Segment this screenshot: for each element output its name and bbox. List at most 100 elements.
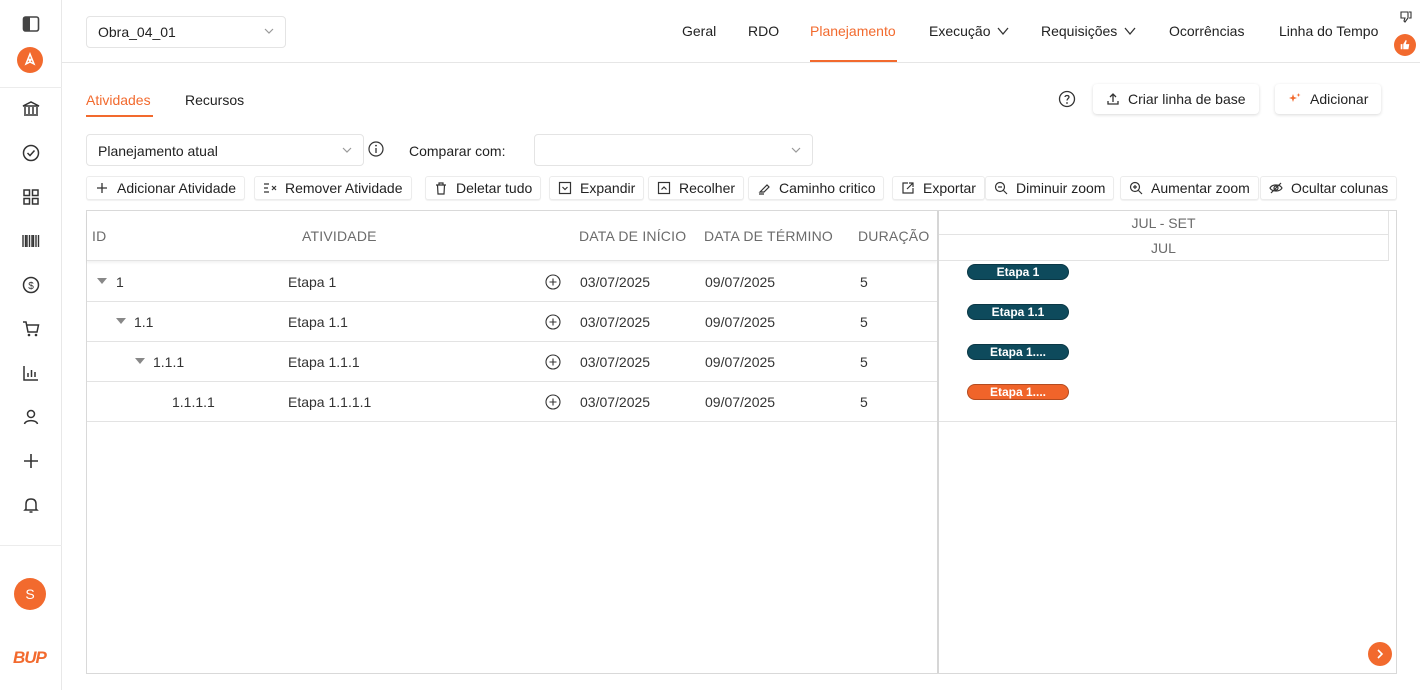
nav-geral[interactable]: Geral xyxy=(682,23,716,39)
export-icon xyxy=(902,182,914,194)
plus-icon xyxy=(97,183,107,193)
nav-planejamento[interactable]: Planejamento xyxy=(810,23,896,39)
row-duration: 5 xyxy=(860,354,868,370)
compare-select[interactable] xyxy=(534,134,813,166)
plus-icon[interactable] xyxy=(19,449,43,473)
nav-ocorrencias[interactable]: Ocorrências xyxy=(1169,23,1244,39)
add-subtask-icon[interactable] xyxy=(545,354,561,370)
row-id: 1 xyxy=(116,274,124,290)
chevron-down-icon xyxy=(342,147,352,153)
chevron-down-icon xyxy=(997,27,1009,36)
sidebar: $ S BUP xyxy=(0,0,62,690)
grid-icon[interactable] xyxy=(19,185,43,209)
sparkle-icon xyxy=(1289,93,1301,102)
delete-all-button[interactable]: Deletar tudo xyxy=(425,176,542,200)
critical-path-button[interactable]: Caminho critico xyxy=(748,176,885,200)
eye-off-icon xyxy=(1269,182,1283,194)
remove-activity-label: Remover Atividade xyxy=(285,180,403,196)
info-icon[interactable] xyxy=(368,141,384,157)
collapse-triangle-icon[interactable] xyxy=(116,318,126,324)
gantt-bar[interactable]: Etapa 1.... xyxy=(967,384,1069,400)
add-activity-button[interactable]: Adicionar Atividade xyxy=(86,176,246,200)
zoom-out-button[interactable]: Diminuir zoom xyxy=(985,176,1115,200)
row-duration: 5 xyxy=(860,394,868,410)
nav-requisicoes[interactable]: Requisições xyxy=(1041,23,1136,39)
bell-icon[interactable] xyxy=(19,493,43,517)
nav-rdo[interactable]: RDO xyxy=(748,23,779,39)
column-header-start[interactable]: DATA DE INÍCIO xyxy=(579,228,686,244)
add-subtask-icon[interactable] xyxy=(545,394,561,410)
table-row[interactable]: 1.1.1.1 Etapa 1.1.1.1 03/07/2025 09/07/2… xyxy=(87,382,937,422)
expand-button[interactable]: Expandir xyxy=(549,176,645,200)
dollar-icon[interactable]: $ xyxy=(19,273,43,297)
project-select-value: Obra_04_01 xyxy=(98,24,176,40)
barcode-icon[interactable] xyxy=(19,229,43,253)
remove-activity-button[interactable]: Remover Atividade xyxy=(254,176,412,200)
create-baseline-label: Criar linha de base xyxy=(1128,91,1246,107)
row-duration: 5 xyxy=(860,314,868,330)
row-id: 1.1.1 xyxy=(153,354,185,370)
zoom-in-label: Aumentar zoom xyxy=(1151,180,1250,196)
expand-label: Expandir xyxy=(580,180,636,196)
table-row[interactable]: 1 Etapa 1 03/07/2025 09/07/2025 5 xyxy=(87,262,937,302)
column-header-duration[interactable]: DURAÇÃO xyxy=(858,228,929,244)
bank-icon[interactable] xyxy=(19,97,43,121)
collapse-icon xyxy=(657,181,671,195)
table-row[interactable]: 1.1.1 Etapa 1.1.1 03/07/2025 09/07/2025 … xyxy=(87,342,937,382)
collapse-triangle-icon[interactable] xyxy=(97,278,107,284)
compare-label: Comparar com: xyxy=(409,143,506,159)
project-select[interactable]: Obra_04_01 xyxy=(86,16,286,48)
gantt-bar[interactable]: Etapa 1 xyxy=(967,264,1069,280)
column-header-end[interactable]: DATA DE TÉRMINO xyxy=(704,228,833,244)
add-button-label: Adicionar xyxy=(1310,91,1369,107)
remove-indent-icon xyxy=(264,183,277,193)
zoom-in-button[interactable]: Aumentar zoom xyxy=(1120,176,1259,200)
add-button[interactable]: Adicionar xyxy=(1275,84,1382,114)
check-circle-icon[interactable] xyxy=(19,141,43,165)
help-icon[interactable] xyxy=(1058,90,1076,108)
thumbs-up-icon[interactable] xyxy=(1394,34,1416,56)
scroll-right-button[interactable] xyxy=(1368,642,1392,666)
chevron-down-icon xyxy=(1124,27,1136,36)
app-logo-icon[interactable] xyxy=(17,47,43,73)
avatar[interactable]: S xyxy=(14,578,46,610)
gantt-period-header: JUL - SET xyxy=(939,211,1389,235)
row-end: 09/07/2025 xyxy=(705,314,776,330)
create-baseline-button[interactable]: Criar linha de base xyxy=(1093,84,1259,114)
highlighter-icon xyxy=(758,184,770,195)
expand-icon xyxy=(558,181,572,195)
collapse-button[interactable]: Recolher xyxy=(648,176,745,200)
row-activity: Etapa 1 xyxy=(288,274,337,290)
planning-select[interactable]: Planejamento atual xyxy=(86,134,364,166)
column-header-id[interactable]: ID xyxy=(92,228,106,244)
collapse-triangle-icon[interactable] xyxy=(135,358,145,364)
gantt-bar[interactable]: Etapa 1.1 xyxy=(967,304,1069,320)
hide-columns-button[interactable]: Ocultar colunas xyxy=(1260,176,1398,200)
activity-grid: ID ATIVIDADE DATA DE INÍCIO DATA DE TÉRM… xyxy=(86,210,1397,674)
nav-linha-do-tempo[interactable]: Linha do Tempo xyxy=(1279,23,1378,39)
grid-splitter[interactable] xyxy=(937,211,939,673)
zoom-out-label: Diminuir zoom xyxy=(1016,180,1106,196)
tab-recursos[interactable]: Recursos xyxy=(185,92,244,108)
toggle-sidebar-icon[interactable] xyxy=(19,12,43,36)
chevron-right-icon xyxy=(1377,649,1384,659)
add-subtask-icon[interactable] xyxy=(545,274,561,290)
row-id: 1.1.1.1 xyxy=(172,394,215,410)
thumbs-down-icon[interactable] xyxy=(1399,10,1413,24)
row-activity: Etapa 1.1.1.1 xyxy=(288,394,372,410)
table-row[interactable]: 1.1 Etapa 1.1 03/07/2025 09/07/2025 5 xyxy=(87,302,937,342)
tab-atividades[interactable]: Atividades xyxy=(86,92,151,108)
column-header-activity[interactable]: ATIVIDADE xyxy=(302,228,377,244)
nav-execucao[interactable]: Execução xyxy=(929,23,1009,39)
main-content: Atividades Recursos Criar linha de base … xyxy=(62,63,1420,690)
add-subtask-icon[interactable] xyxy=(545,314,561,330)
user-icon[interactable] xyxy=(19,405,43,429)
svg-text:$: $ xyxy=(28,281,34,292)
row-activity: Etapa 1.1 xyxy=(288,314,348,330)
export-button[interactable]: Exportar xyxy=(892,176,985,200)
chart-icon[interactable] xyxy=(19,361,43,385)
cart-icon[interactable] xyxy=(19,317,43,341)
gantt-bar[interactable]: Etapa 1.... xyxy=(967,344,1069,360)
row-start: 03/07/2025 xyxy=(580,354,651,370)
gantt-month-header: JUL xyxy=(939,235,1389,261)
